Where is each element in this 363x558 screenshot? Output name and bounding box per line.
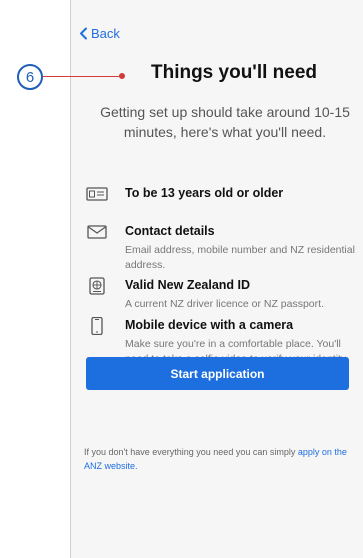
callout-connector-line [43,76,120,77]
requirement-description: A current NZ driver licence or NZ passpo… [125,298,324,310]
mobile-phone-icon [91,317,103,335]
requirement-title: Valid New Zealand ID [125,278,251,292]
back-button[interactable]: Back [79,26,120,41]
requirement-description: Email address, mobile number and NZ resi… [125,244,355,271]
id-card-icon [86,187,108,201]
footer-note: If you don't have everything you need yo… [84,445,354,473]
envelope-icon [87,225,107,239]
back-label: Back [91,26,120,41]
passport-icon [89,277,105,295]
page: 6 Back Things you'll need Getting set up… [0,0,363,558]
start-application-label: Start application [170,366,265,381]
page-title: Things you'll need [150,62,318,83]
requirement-title: Mobile device with a camera [125,318,294,332]
requirement-title: To be 13 years old or older [125,186,284,200]
chevron-left-icon [80,27,87,40]
start-application-button[interactable]: Start application [86,357,349,390]
step-number: 6 [25,68,35,86]
step-callout-badge: 6 [17,64,43,90]
requirement-title: Contact details [125,224,215,238]
page-subtitle: Getting set up should take around 10-15 … [100,104,350,140]
footer-text: If you don't have everything you need yo… [84,447,296,457]
